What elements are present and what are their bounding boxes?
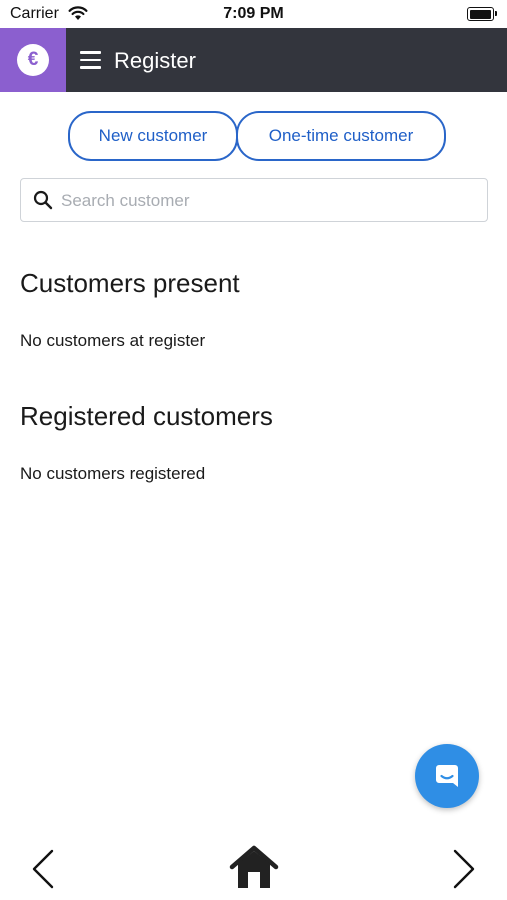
customers-present-empty-text: No customers at register: [20, 331, 206, 350]
bottom-navigation: [0, 840, 507, 900]
page-title: Register: [114, 48, 196, 73]
registered-customers-empty-text: No customers registered: [20, 464, 206, 483]
search-box[interactable]: [20, 178, 488, 223]
one-time-customer-button[interactable]: One-time customer: [236, 111, 446, 161]
battery-icon: [467, 7, 497, 21]
app-logo[interactable]: €: [0, 28, 66, 92]
chat-button[interactable]: [415, 744, 479, 808]
status-bar: Carrier 7:09 PM: [0, 0, 507, 28]
clock-time: 7:09 PM: [223, 5, 284, 22]
chevron-right-icon[interactable]: [449, 846, 479, 892]
home-icon[interactable]: [229, 844, 279, 892]
app-header: € Register: [0, 28, 507, 92]
hamburger-menu-icon[interactable]: [80, 51, 101, 69]
customer-actions: New customer One-time customer: [0, 111, 507, 161]
registered-customers-heading: Registered customers: [20, 401, 273, 431]
customers-present-heading: Customers present: [20, 268, 240, 298]
chevron-left-icon[interactable]: [28, 846, 58, 892]
new-customer-button[interactable]: New customer: [68, 111, 238, 161]
search-input[interactable]: [59, 179, 483, 223]
chat-bubble-icon: [436, 765, 458, 787]
search-icon: [33, 190, 53, 210]
euro-logo-icon: €: [17, 44, 49, 76]
